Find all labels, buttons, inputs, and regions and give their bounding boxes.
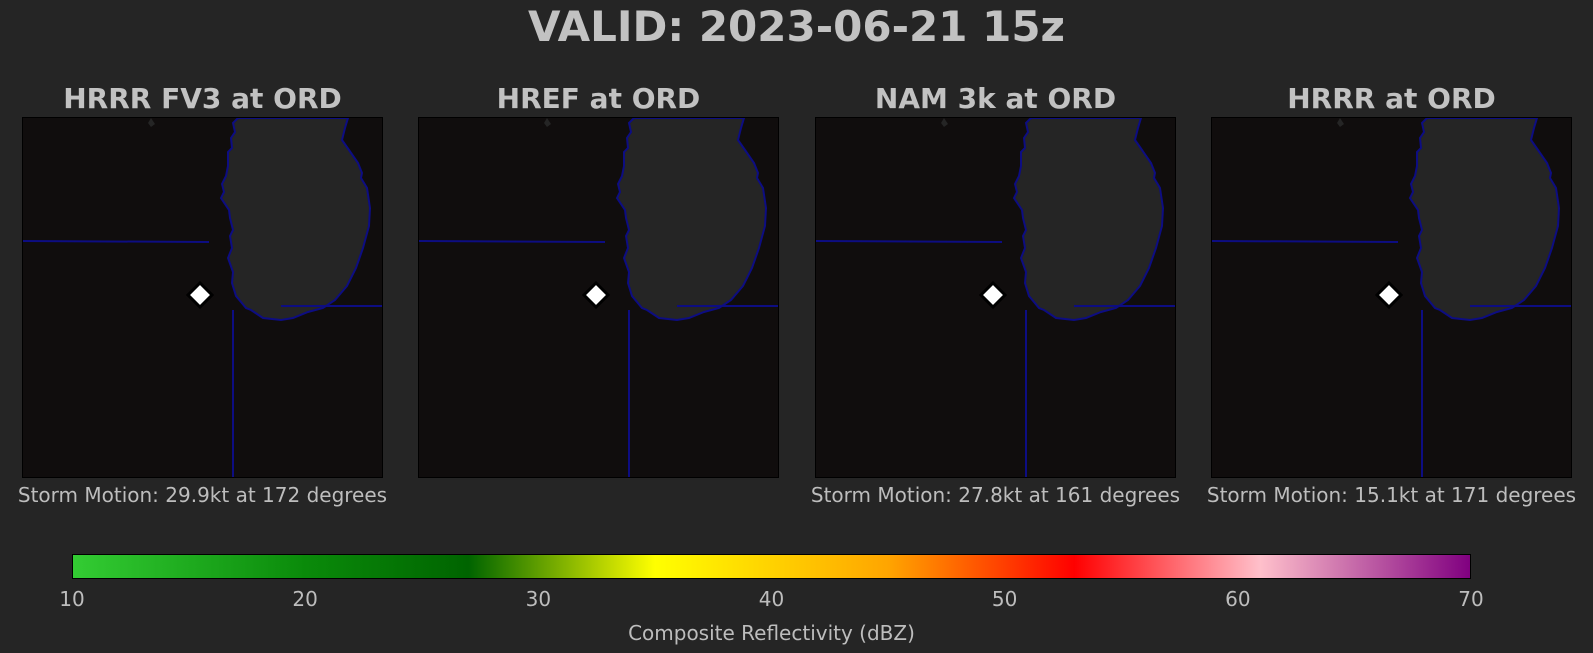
colorbar-tick-label: 10: [59, 587, 85, 611]
state-border-wi-il: [816, 240, 1003, 243]
colorbar-tick-label: 20: [292, 587, 318, 611]
colorbar-tick-label: 40: [758, 587, 785, 611]
map-view: [418, 117, 779, 478]
map-view: [22, 117, 383, 478]
colorbar-tick-label: 70: [1458, 587, 1484, 611]
colorbar-tick-label: 30: [525, 587, 552, 611]
state-border-wi-il: [1212, 240, 1399, 243]
storm-motion-text: Storm Motion: 29.9kt at 172 degrees: [17, 483, 388, 507]
map-view: [815, 117, 1176, 478]
panel-title: NAM 3k at ORD: [874, 82, 1117, 115]
colorbar: [72, 554, 1471, 579]
panel-title: HRRR FV3 at ORD: [63, 82, 342, 115]
map-view: [1211, 117, 1572, 478]
page-title: VALID: 2023-06-21 15z: [528, 2, 1065, 51]
state-border-wi-il: [419, 240, 606, 243]
panel-title: HRRR at ORD: [1287, 82, 1496, 115]
colorbar-tick-label: 50: [991, 587, 1018, 611]
storm-motion-text: Storm Motion: 15.1kt at 171 degrees: [1206, 483, 1577, 507]
colorbar-tick-label: 60: [1225, 587, 1251, 611]
colorbar-label: Composite Reflectivity (dBZ): [628, 621, 915, 645]
state-border-wi-il: [23, 240, 210, 243]
storm-motion-text: Storm Motion: 27.8kt at 161 degrees: [810, 483, 1181, 507]
panel-title: HREF at ORD: [496, 82, 701, 115]
